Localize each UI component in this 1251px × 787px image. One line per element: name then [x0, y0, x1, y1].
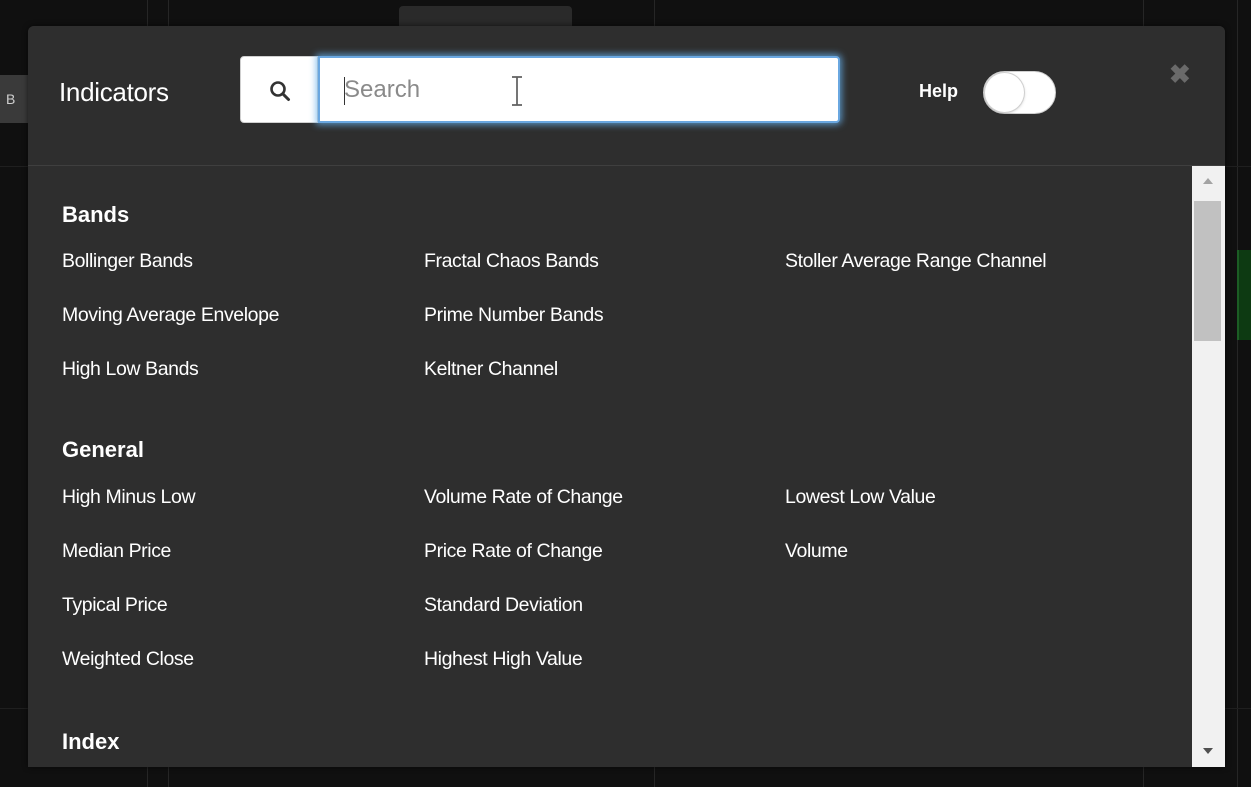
indicator-item[interactable]: Typical Price: [62, 594, 168, 617]
category-heading: General: [62, 437, 144, 462]
close-icon[interactable]: ✖: [1169, 61, 1191, 87]
indicator-item[interactable]: Volume: [785, 540, 848, 563]
dialog-title: Indicators: [59, 77, 169, 107]
indicator-item[interactable]: High Low Bands: [62, 358, 199, 381]
chart-gridline: [1237, 0, 1238, 787]
text-caret: [344, 77, 345, 105]
category-heading: Index: [62, 729, 120, 754]
indicator-item[interactable]: Price Rate of Change: [424, 540, 603, 563]
search-input[interactable]: [318, 56, 840, 123]
search-icon: [270, 81, 290, 101]
indicator-item[interactable]: Volume Rate of Change: [424, 486, 623, 509]
chart-candle: [1237, 250, 1251, 340]
help-toggle[interactable]: [983, 71, 1056, 114]
indicator-item[interactable]: High Minus Low: [62, 486, 196, 509]
indicator-item[interactable]: Highest High Value: [424, 648, 583, 671]
indicator-item[interactable]: Keltner Channel: [424, 358, 558, 381]
help-label: Help: [919, 81, 959, 101]
indicator-item[interactable]: Standard Deviation: [424, 594, 583, 617]
indicator-item[interactable]: Prime Number Bands: [424, 304, 604, 327]
vertical-scrollbar[interactable]: [1192, 166, 1225, 767]
scroll-up-icon[interactable]: [1203, 178, 1213, 184]
scrollbar-thumb[interactable]: [1194, 201, 1221, 341]
toggle-knob: [985, 73, 1024, 112]
text-cursor-icon: [512, 76, 522, 106]
indicator-item[interactable]: Fractal Chaos Bands: [424, 250, 599, 273]
indicator-item[interactable]: Median Price: [62, 540, 171, 563]
scroll-down-icon[interactable]: [1203, 748, 1213, 754]
search-button[interactable]: [240, 56, 318, 123]
indicator-item[interactable]: Moving Average Envelope: [62, 304, 279, 327]
indicator-list: Bands Bollinger Bands Moving Average Env…: [28, 166, 1192, 767]
indicator-item[interactable]: Bollinger Bands: [62, 250, 193, 273]
category-heading: Bands: [62, 202, 130, 227]
indicators-dialog: Indicators Help ✖ Bands Bollinger Bands …: [28, 26, 1225, 767]
dialog-header: Indicators Help ✖: [28, 26, 1225, 166]
indicator-item[interactable]: Weighted Close: [62, 648, 194, 671]
indicator-item[interactable]: Lowest Low Value: [785, 486, 936, 509]
indicator-item[interactable]: Stoller Average Range Channel: [785, 250, 1047, 273]
